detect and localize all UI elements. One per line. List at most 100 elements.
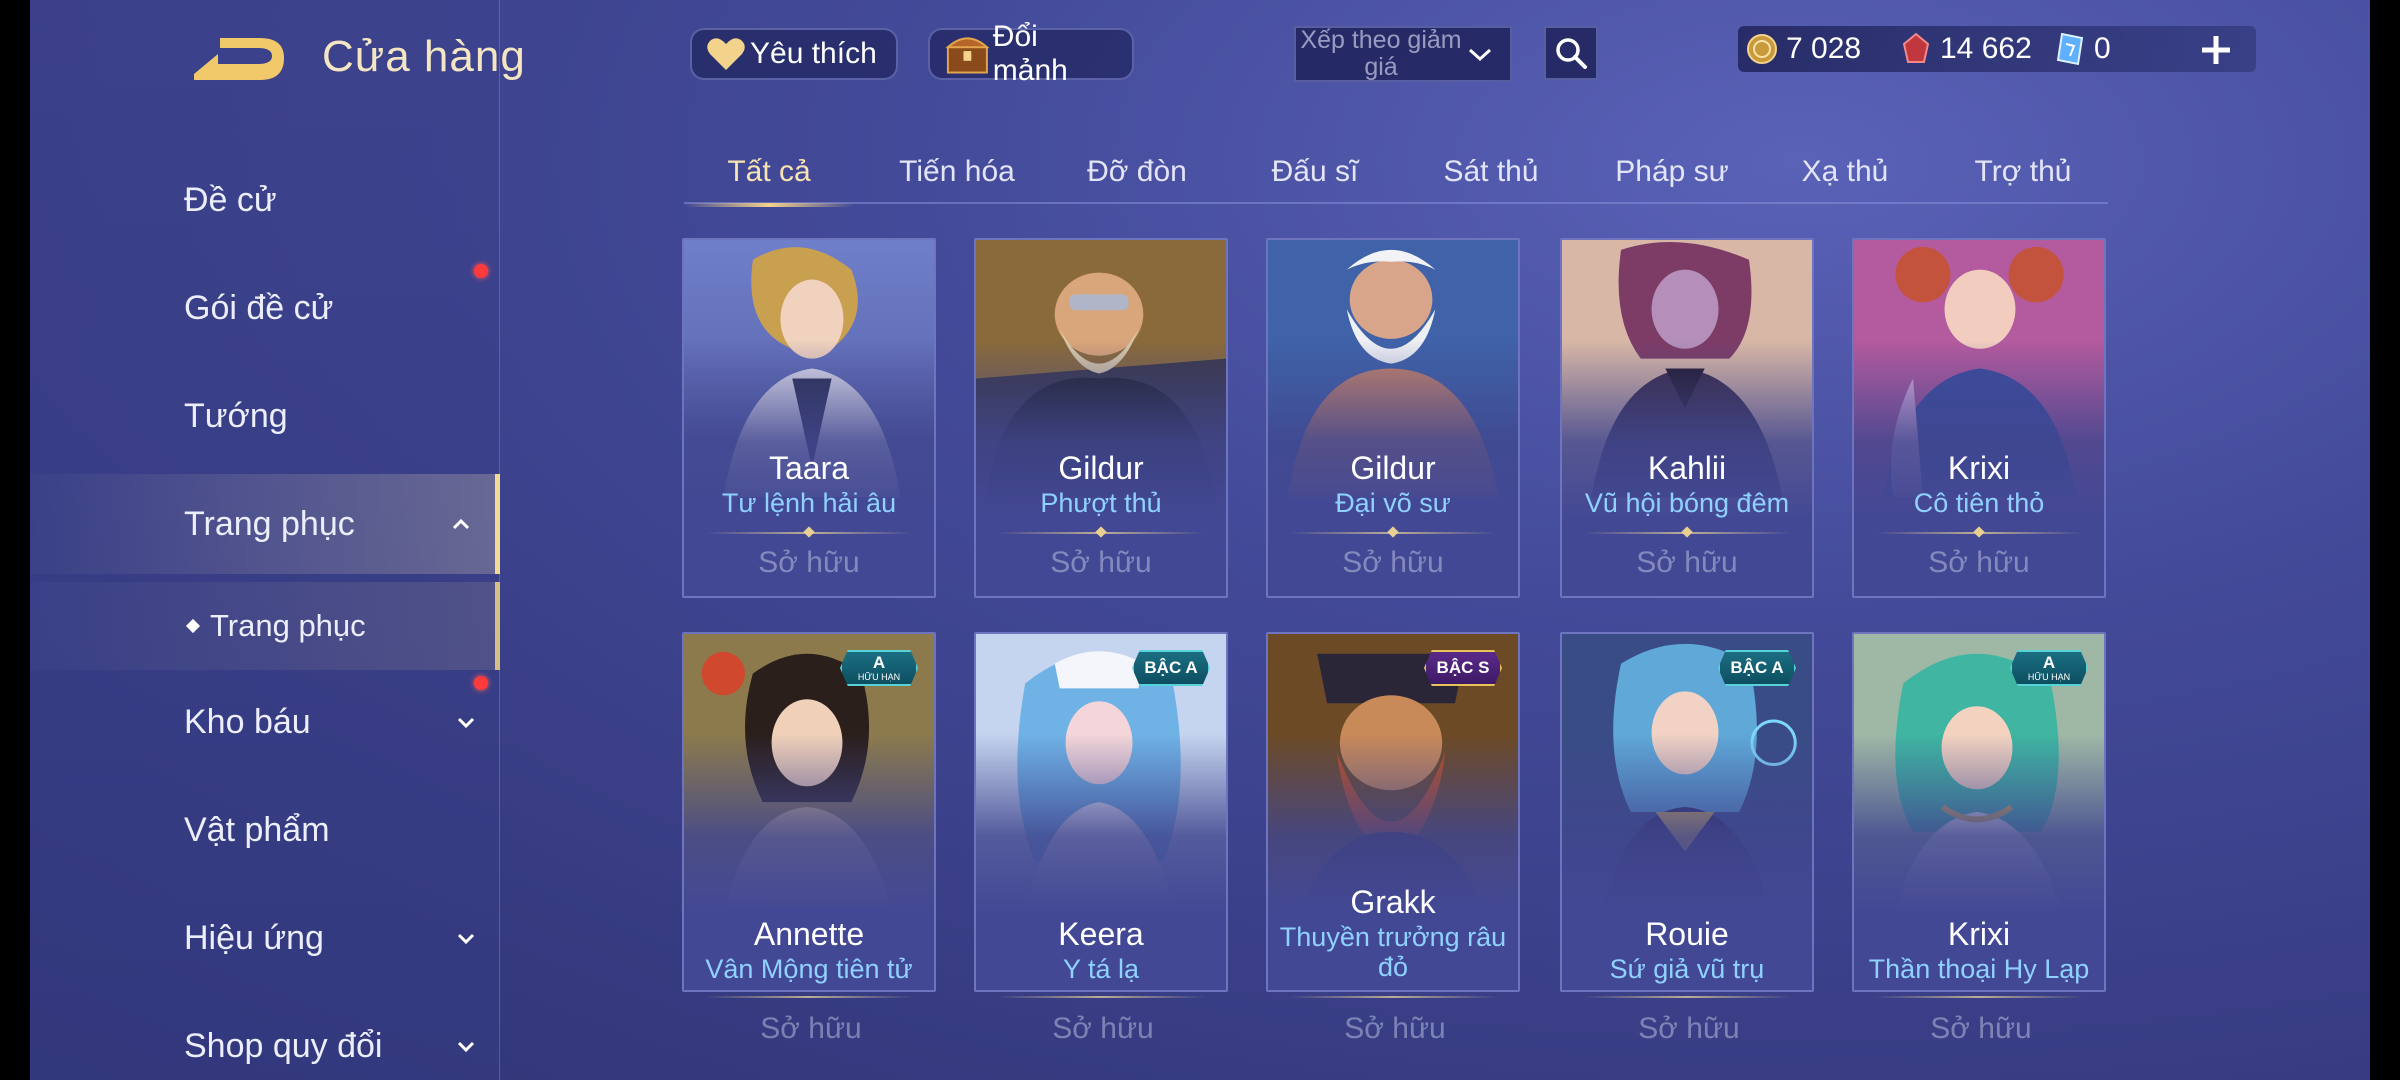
gold-amount: 7 028	[1786, 32, 1862, 65]
voucher-amount: 0	[2094, 32, 2111, 65]
skin-card[interactable]: BẬC A Keera Y tá lạ	[974, 632, 1228, 992]
tab-assassin[interactable]: Sát thủ	[1406, 140, 1576, 204]
skin-name: Thuyền trưởng râu đỏ	[1279, 922, 1507, 982]
chevron-down-icon	[1468, 48, 1492, 62]
chevron-up-icon	[452, 518, 470, 530]
screen-edge-left	[0, 0, 30, 1080]
tab-all[interactable]: Tất cả	[684, 140, 854, 207]
rank-a-badge: BẬC A	[1132, 650, 1210, 686]
hero-name: Gildur	[1058, 450, 1144, 486]
search-icon	[1556, 38, 1587, 69]
bullet-diamond-icon	[185, 618, 201, 634]
sort-dropdown[interactable]: Xếp theo giảm giá	[1294, 26, 1512, 82]
owned-status: Sở hữu	[1052, 1012, 1154, 1045]
hero-name: Krixi	[1947, 916, 2011, 952]
badge-rank: BẬC S	[1436, 658, 1490, 677]
favorites-button[interactable]: Yêu thích	[690, 28, 898, 80]
skin-card[interactable]: BẬC A Rouie Sứ giả vũ trụ	[1560, 632, 1814, 992]
skin-card[interactable]: Krixi Cô tiên thỏ Sở hữu	[1852, 238, 2106, 598]
skin-card[interactable]: Kahlii Vũ hội bóng đêm Sở hữu	[1560, 238, 1814, 598]
hero-name: Kahlii	[1647, 450, 1727, 486]
sidebar-item-items[interactable]: Vật phẩm	[30, 780, 500, 880]
skin-name: Vũ hội bóng đêm	[1584, 488, 1790, 518]
back-button[interactable]	[180, 30, 290, 90]
tab-marksman[interactable]: Xạ thủ	[1760, 140, 1930, 204]
owned-status: Sở hữu	[1928, 546, 2030, 579]
sidebar-subitem-label: Trang phục	[210, 608, 366, 643]
owned-status: Sở hữu	[758, 546, 860, 579]
favorites-label: Yêu thích	[750, 37, 877, 70]
skin-name: Tư lệnh hải âu	[721, 488, 897, 518]
hero-name: Grakk	[1350, 884, 1436, 920]
limited-rank-badge: A HỮU HẠN	[840, 650, 918, 686]
rank-s-badge: BẬC S	[1424, 650, 1502, 686]
sidebar-item-exchange-shop[interactable]: Shop quy đổi	[30, 996, 500, 1080]
exchange-label: Đổi mảnh	[992, 20, 1068, 87]
sidebar-item-label: Đề cử	[184, 180, 277, 219]
notification-dot	[474, 264, 488, 278]
skin-name: Vân Mộng tiên tử	[705, 954, 913, 984]
owned-status: Sở hữu	[1930, 1012, 2032, 1045]
tab-mage[interactable]: Pháp sư	[1582, 140, 1762, 204]
tab-evolution[interactable]: Tiến hóa	[872, 140, 1042, 204]
red-gem-currency: 14 662	[1900, 26, 2032, 72]
badge-rank: A	[2042, 653, 2056, 672]
sidebar-item-label: Vật phẩm	[184, 810, 330, 849]
skin-card[interactable]: A HỮU HẠN Annette Vân Mộng tiên tử	[682, 632, 936, 992]
limited-rank-badge: A HỮU HẠN	[2010, 650, 2088, 686]
skin-card[interactable]: A HỮU HẠN Krixi Thần thoại Hy Lạp	[1852, 632, 2106, 992]
badge-rank: BẬC A	[1730, 658, 1784, 677]
notification-dot	[474, 676, 488, 690]
red-gem-icon	[1902, 32, 1930, 63]
add-currency-button[interactable]	[2196, 30, 2236, 70]
skin-name: Y tá lạ	[1062, 954, 1140, 984]
rank-a-badge: BẬC A	[1718, 650, 1796, 686]
sidebar-item-label: Kho báu	[184, 702, 311, 741]
sidebar-item-effects[interactable]: Hiệu ứng	[30, 888, 500, 988]
sidebar-item-skins[interactable]: Trang phục	[30, 474, 500, 574]
tab-support[interactable]: Trợ thủ	[1938, 140, 2108, 204]
owned-status: Sở hữu	[1050, 546, 1152, 579]
sidebar-subitem-skins[interactable]: Trang phục	[30, 582, 500, 670]
sidebar-item-label: Shop quy đổi	[184, 1026, 383, 1065]
card-divider	[996, 996, 1206, 998]
voucher-icon	[2056, 32, 2084, 66]
owned-status: Sở hữu	[760, 1012, 862, 1045]
sidebar-item-recommended-packs[interactable]: Gói đề cử	[30, 258, 500, 358]
role-tabs: Tất cả Tiến hóa Đỡ đòn Đấu sĩ Sát thủ Ph…	[684, 140, 2108, 207]
voucher-currency: 0	[2056, 26, 2111, 72]
badge-rank: A	[872, 653, 886, 672]
owned-status: Sở hữu	[1342, 546, 1444, 579]
skin-card[interactable]: Gildur Đại võ sư Sở hữu	[1266, 238, 1520, 598]
hero-name: Krixi	[1947, 450, 2011, 486]
back-arrow-icon	[194, 38, 284, 80]
hero-name: Taara	[768, 450, 850, 486]
skin-name: Đại võ sư	[1335, 488, 1451, 518]
skin-name: Thần thoại Hy Lạp	[1868, 954, 2090, 984]
hero-name: Rouie	[1645, 916, 1729, 952]
card-divider	[1582, 996, 1792, 998]
screen-edge-right	[2370, 0, 2400, 1080]
chevron-down-icon	[457, 717, 475, 729]
skin-card[interactable]: Gildur Phượt thủ Sở hữu	[974, 238, 1228, 598]
sort-dropdown-placeholder: Xếp theo giảm giá	[1300, 26, 1462, 81]
card-divider	[1874, 996, 2084, 998]
skin-name: Cô tiên thỏ	[1913, 488, 2045, 518]
sidebar-item-label: Trang phục	[184, 504, 355, 543]
sidebar-item-heroes[interactable]: Tướng	[30, 366, 500, 466]
search-button[interactable]	[1544, 26, 1598, 80]
skin-card[interactable]: Taara Tư lệnh hải âu Sở hữu	[682, 238, 936, 598]
tab-fighter[interactable]: Đấu sĩ	[1230, 140, 1400, 204]
owned-status: Sở hữu	[1638, 1012, 1740, 1045]
hero-name: Annette	[753, 916, 865, 952]
exchange-shards-button[interactable]: Đổi mảnh	[928, 20, 1134, 87]
sidebar-item-recommended[interactable]: Đề cử	[30, 150, 500, 250]
heart-icon	[707, 38, 745, 70]
sidebar-item-treasure[interactable]: Kho báu	[30, 672, 500, 772]
tab-tank[interactable]: Đỡ đòn	[1052, 140, 1222, 204]
badge-limited: HỮU HẠN	[857, 672, 901, 682]
owned-status: Sở hữu	[1636, 546, 1738, 579]
chevron-down-icon	[457, 1041, 475, 1053]
skin-card[interactable]: BẬC S Grakk Thuyền trưởng râu đỏ	[1266, 632, 1520, 992]
sidebar-item-label: Tướng	[184, 396, 288, 435]
